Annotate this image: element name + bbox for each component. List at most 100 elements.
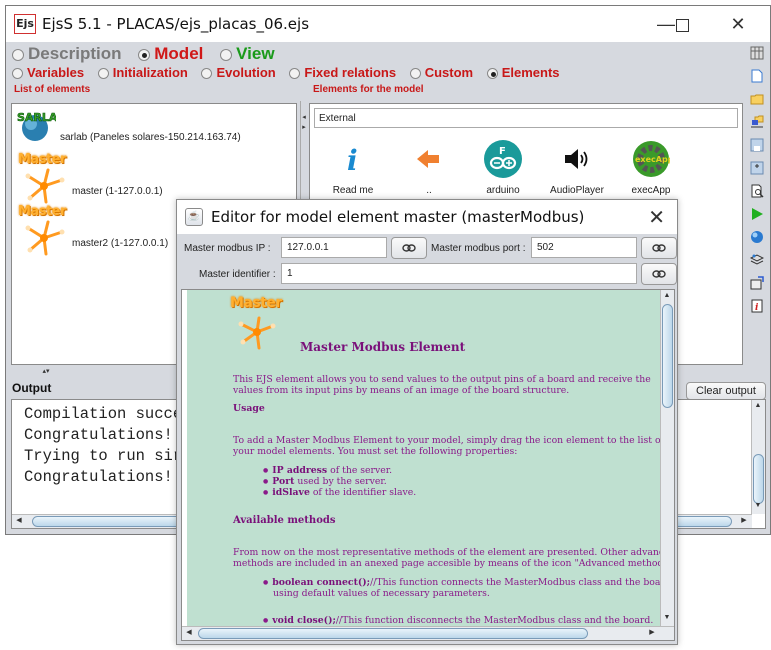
category-field[interactable]: External	[314, 108, 738, 128]
open-network-icon[interactable]	[750, 115, 764, 129]
scroll-down-icon[interactable]: ▼	[661, 614, 673, 621]
run-icon[interactable]	[750, 207, 764, 221]
svg-text:i: i	[755, 303, 759, 313]
tab-view[interactable]: View	[220, 44, 275, 63]
save-as-icon[interactable]	[750, 161, 764, 175]
scroll-up-icon[interactable]: ▲	[661, 292, 673, 299]
radio-custom[interactable]	[409, 68, 421, 80]
master-badge: Master	[18, 152, 66, 167]
elements-for-model-label: Elements for the model	[313, 84, 424, 95]
maximize-button[interactable]	[662, 10, 702, 38]
master-modbus-icon	[25, 220, 65, 256]
output-label: Output	[12, 381, 52, 395]
palette-item-back[interactable]: ..	[394, 136, 464, 196]
window-title: EjsS 5.1 - PLACAS/ejs_placas_06.ejs	[42, 15, 310, 33]
view-tabs: Description Model View	[12, 44, 287, 64]
title-bar: Ejs EjsS 5.1 - PLACAS/ejs_placas_06.ejs …	[6, 6, 770, 42]
palette-item-audioplayer[interactable]: AudioPlayer	[542, 136, 612, 196]
tab-custom[interactable]: Custom	[409, 65, 473, 80]
identifier-input[interactable]: 1	[281, 263, 637, 284]
output-vertical-scrollbar[interactable]: ▲ ▼	[751, 400, 765, 514]
radio-variables[interactable]	[12, 68, 23, 80]
close-button[interactable]: ✕	[718, 10, 758, 38]
palette-item-readme[interactable]: i Read me	[318, 136, 388, 197]
stack-icon[interactable]	[749, 253, 765, 267]
svg-text:SARLAB: SARLAB	[17, 111, 56, 124]
radio-description[interactable]	[12, 48, 24, 61]
property-item: idSlave of the identifier slave.	[263, 487, 416, 498]
property-item: Port used by the server.	[263, 476, 386, 487]
radio-elements[interactable]	[486, 68, 498, 80]
dialog-close-button[interactable]: ✕	[648, 205, 665, 230]
model-tabs: Variables Initialization Evolution Fixed…	[12, 65, 570, 80]
scroll-right-icon[interactable]: ▶	[738, 516, 750, 524]
sarlab-icon: SARLAB	[17, 111, 56, 141]
output-line: Congratulations!	[24, 468, 173, 486]
ip-label: Master modbus IP :	[184, 243, 271, 254]
list-item-label: master2 (1-127.0.0.1)	[72, 238, 169, 249]
tab-initialization[interactable]: Initialization	[97, 65, 188, 80]
split-vertical-icon[interactable]: ▴▾	[36, 367, 56, 375]
link-icon	[402, 244, 416, 252]
web-icon[interactable]	[750, 230, 764, 244]
scroll-left-icon[interactable]: ◀	[13, 516, 25, 524]
palette-item-arduino[interactable]: F arduino	[468, 136, 538, 196]
link-icon	[652, 244, 666, 252]
scroll-thumb[interactable]	[198, 628, 588, 639]
radio-model[interactable]	[138, 48, 151, 61]
ip-link-button[interactable]	[391, 237, 427, 259]
grid-icon[interactable]	[750, 46, 764, 60]
port-input[interactable]: 502	[531, 237, 637, 258]
help-vertical-scrollbar[interactable]: ▲ ▼	[660, 290, 674, 626]
method-item: void close();//This function disconnects…	[263, 615, 653, 626]
scroll-up-icon[interactable]: ▲	[752, 402, 764, 409]
radio-fixed-relations[interactable]	[289, 68, 301, 80]
dialog-title-bar: ☕ Editor for model element master (maste…	[177, 200, 677, 234]
master-modbus-icon	[25, 168, 65, 204]
help-intro-line: values from its input pins by means of a…	[233, 385, 570, 396]
help-usage-line: your model elements. You must set the fo…	[233, 446, 518, 457]
svg-text:execApp: execApp	[635, 155, 670, 164]
search-document-icon[interactable]	[750, 184, 764, 198]
port-link-button[interactable]	[641, 237, 677, 259]
tab-model[interactable]: Model	[138, 44, 203, 63]
scroll-right-icon[interactable]: ▶	[646, 628, 658, 636]
method-item: boolean connect();//This function connec…	[263, 577, 671, 588]
tab-variables[interactable]: Variables	[12, 65, 84, 80]
scroll-left-icon[interactable]: ◀	[183, 628, 195, 636]
java-icon: ☕	[185, 208, 203, 226]
methods-heading: Available methods	[233, 515, 336, 526]
save-icon[interactable]	[750, 138, 764, 152]
help-heading: Master Modbus Element	[300, 340, 466, 354]
maximize-icon	[675, 18, 689, 32]
scroll-down-icon[interactable]: ▼	[752, 502, 764, 509]
execapp-icon: execApp	[633, 140, 670, 177]
open-folder-icon[interactable]	[750, 92, 764, 106]
editor-dialog: ☕ Editor for model element master (maste…	[176, 199, 678, 645]
palette-item-execapp[interactable]: execApp execApp	[616, 136, 686, 196]
scroll-thumb[interactable]	[662, 304, 673, 408]
tab-fixed-relations[interactable]: Fixed relations	[289, 65, 396, 80]
help-methods-line: methods are included in an anexed page a…	[233, 558, 673, 569]
svg-text:F: F	[499, 146, 506, 157]
help-pane[interactable]: Master Master Modbus Element This EJS el…	[181, 289, 675, 641]
radio-initialization[interactable]	[97, 68, 109, 80]
scroll-thumb[interactable]	[753, 454, 764, 504]
new-file-icon[interactable]	[750, 69, 764, 83]
master-badge: Master	[230, 295, 282, 311]
clear-output-button[interactable]: Clear output	[686, 382, 766, 400]
tab-description[interactable]: Description	[12, 44, 122, 63]
info-file-icon[interactable]: i	[750, 299, 764, 313]
identifier-link-button[interactable]	[641, 263, 677, 285]
tab-evolution[interactable]: Evolution	[201, 65, 276, 80]
export-icon[interactable]	[750, 276, 764, 290]
radio-evolution[interactable]	[201, 68, 213, 80]
radio-view[interactable]	[220, 48, 233, 61]
method-item-continuation: using default values of necessary parame…	[273, 588, 490, 599]
help-horizontal-scrollbar[interactable]: ◀ ▶	[182, 626, 674, 640]
list-item-label: sarlab (Paneles solares-150.214.163.74)	[60, 132, 241, 143]
help-intro-line: This EJS element allows you to send valu…	[233, 374, 651, 385]
help-methods-line: From now on the most representative meth…	[233, 547, 675, 558]
tab-elements[interactable]: Elements	[486, 65, 560, 80]
ip-input[interactable]: 127.0.0.1	[281, 237, 387, 258]
